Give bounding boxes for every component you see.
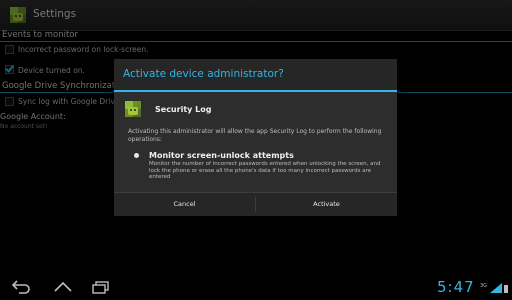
cancel-button[interactable]: Cancel xyxy=(114,193,255,216)
clock[interactable]: 5:47 xyxy=(437,278,475,296)
dialog-intro-text: Activating this administrator will allow… xyxy=(128,128,382,143)
dialog-body: Security Log Activating this administrat… xyxy=(114,92,397,192)
system-bar: 5:47 3G xyxy=(0,274,512,300)
app-name: Security Log xyxy=(155,105,212,114)
bullet-icon xyxy=(134,153,139,158)
android-robot-icon xyxy=(125,101,141,117)
permission-title: Monitor screen-unlock attempts xyxy=(149,151,294,160)
dialog-button-bar: Cancel Activate xyxy=(114,192,397,216)
recent-apps-icon[interactable] xyxy=(90,279,112,295)
activate-admin-dialog: Activate device administrator? Security … xyxy=(114,59,397,216)
permission-description: Monitor the number of incorrect password… xyxy=(149,161,381,180)
home-icon[interactable] xyxy=(52,279,74,295)
dialog-title: Activate device administrator? xyxy=(123,68,284,80)
network-type: 3G xyxy=(480,283,487,289)
signal-wifi-icon[interactable]: 3G xyxy=(480,280,510,294)
activate-button[interactable]: Activate xyxy=(256,193,397,216)
back-icon[interactable] xyxy=(10,279,32,295)
